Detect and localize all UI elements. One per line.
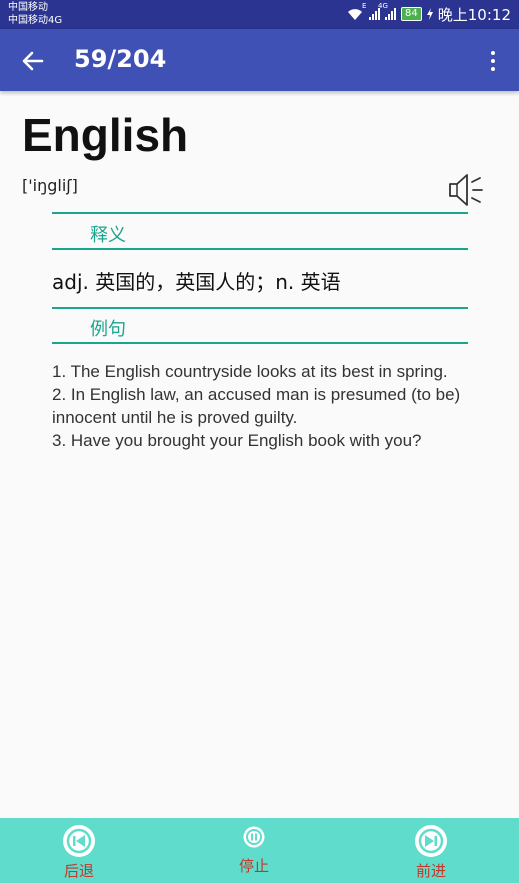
word-counter: 59/204 (74, 45, 167, 73)
example-list: 1. The English countryside looks at its … (52, 360, 462, 452)
app-bar: 59/204 (0, 29, 519, 91)
skip-next-icon (415, 825, 447, 857)
pause-icon (243, 826, 265, 848)
example-sentence: 2. In English law, an accused man is pre… (52, 385, 461, 427)
battery-icon: 84 (401, 7, 422, 21)
example-sentence: 3. Have you brought your English book wi… (52, 431, 422, 450)
signal-type-badge: 4G (378, 2, 388, 10)
definition-text: adj. 英国的，英国人的；n. 英语 (52, 270, 341, 294)
bottom-bar: 后退 停止 前进 (0, 818, 519, 883)
charging-icon (426, 8, 433, 20)
word-title: English (22, 109, 189, 161)
signal-type-badge: E (362, 2, 367, 10)
more-vert-icon (491, 51, 495, 55)
carrier-name-1: 中国移动 (8, 2, 48, 13)
divider (52, 307, 468, 309)
forward-play-button[interactable]: 前进 (414, 824, 448, 881)
status-bar: 中国移动 中国移动4G E 4G 84 晚上10:12 (0, 0, 519, 29)
examples-heading: 例句 (90, 319, 126, 340)
arrow-left-icon (22, 51, 44, 71)
status-icons: E 4G 84 晚上10:12 (346, 2, 511, 24)
back-play-button[interactable]: 后退 (62, 824, 96, 881)
carrier-info: 中国移动 中国移动4G (8, 1, 62, 27)
stop-label: 停止 (239, 857, 270, 875)
definition-heading: 释义 (90, 225, 126, 246)
divider (52, 248, 468, 250)
signal-icon-2: 4G (378, 2, 397, 20)
skip-previous-icon (63, 825, 95, 857)
back-button[interactable] (18, 46, 48, 76)
divider (52, 342, 468, 344)
back-label: 后退 (63, 862, 94, 880)
speaker-button[interactable] (447, 172, 485, 208)
forward-label: 前进 (415, 862, 446, 880)
carrier-name-2: 中国移动4G (8, 15, 63, 26)
stop-button[interactable]: 停止 (239, 826, 269, 876)
example-sentence: 1. The English countryside looks at its … (52, 362, 448, 381)
speaker-icon (449, 174, 483, 206)
phonetic: ['iŋgliʃ] (22, 176, 78, 195)
overflow-menu-button[interactable] (481, 46, 505, 76)
divider (52, 212, 468, 214)
clock: 晚上10:12 (437, 5, 511, 24)
